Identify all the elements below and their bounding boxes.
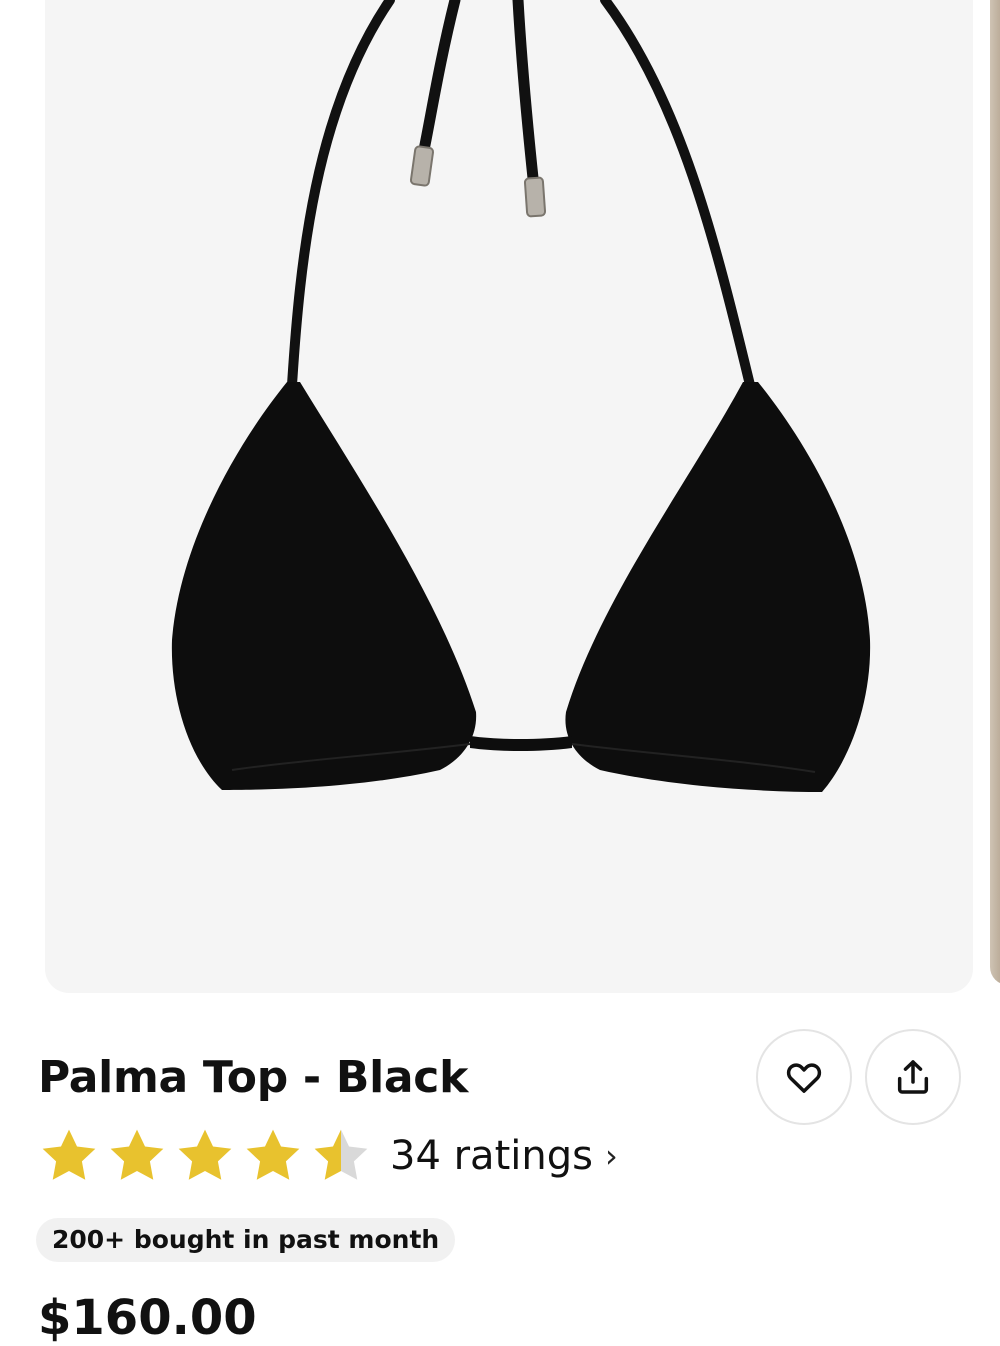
favorite-button[interactable] bbox=[756, 1029, 852, 1125]
heart-icon bbox=[786, 1063, 822, 1093]
star-rating bbox=[38, 1125, 372, 1187]
share-icon bbox=[897, 1060, 929, 1094]
chevron-right-icon: › bbox=[604, 1137, 618, 1175]
star-icon bbox=[106, 1125, 168, 1187]
star-icon bbox=[38, 1125, 100, 1187]
rating-row[interactable]: 34 ratings › bbox=[38, 1124, 618, 1188]
bought-badge: 200+ bought in past month bbox=[36, 1218, 456, 1262]
product-image-gallery[interactable] bbox=[0, 0, 1000, 1000]
product-price: $160.00 bbox=[38, 1290, 257, 1346]
next-product-image-peek[interactable] bbox=[990, 0, 1000, 985]
share-button[interactable] bbox=[865, 1029, 961, 1125]
product-image-card[interactable] bbox=[45, 0, 973, 993]
star-icon bbox=[242, 1125, 304, 1187]
product-image bbox=[171, 0, 871, 792]
ratings-count: 34 ratings bbox=[390, 1133, 593, 1179]
product-title: Palma Top - Black bbox=[38, 1052, 469, 1103]
star-icon bbox=[174, 1125, 236, 1187]
star-icon bbox=[310, 1125, 372, 1187]
ratings-link[interactable]: 34 ratings › bbox=[390, 1133, 618, 1179]
